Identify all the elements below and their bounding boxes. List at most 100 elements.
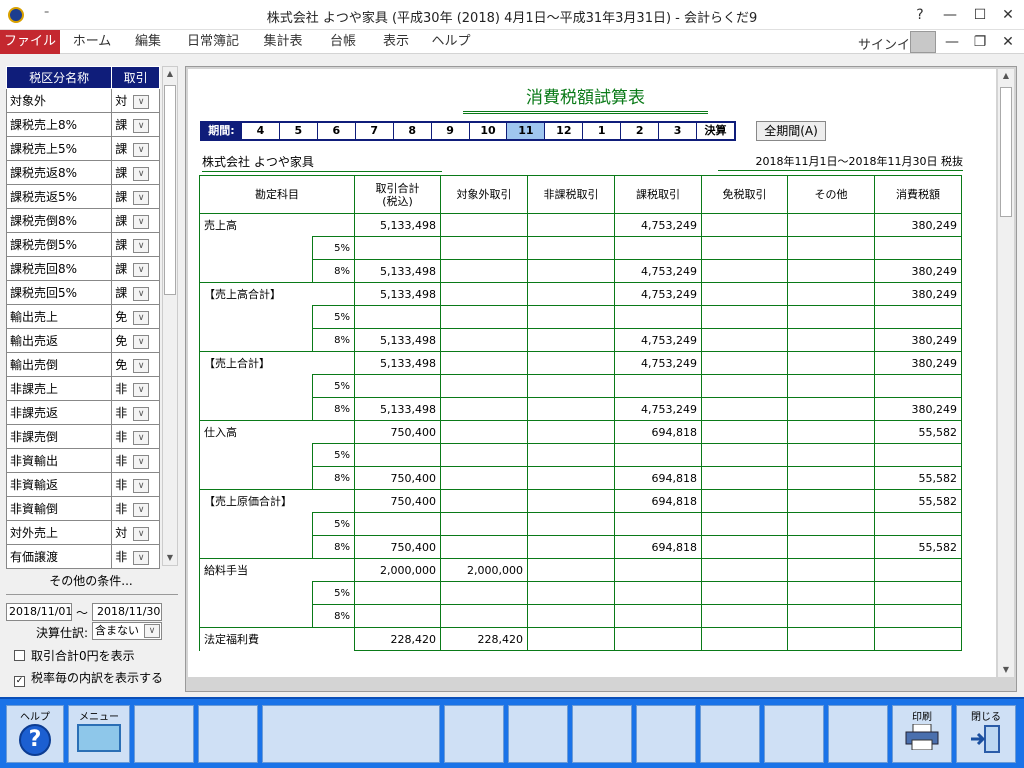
tab-home[interactable]: ホーム [66,30,118,54]
category-scrollbar[interactable]: ▲ ▼ [162,66,178,566]
chevron-down-icon[interactable]: ∨ [144,624,160,638]
category-row[interactable]: 輸出売倒免 ∨ [5,352,160,377]
function-slot-3[interactable] [262,705,440,763]
category-row[interactable]: 輸出売返免 ∨ [5,328,160,353]
category-row[interactable]: 非課売倒非 ∨ [5,424,160,449]
show-rate-breakdown-checkbox[interactable]: ✓ 税率毎の内訳を表示する [14,669,163,687]
function-slot-9[interactable] [764,705,824,763]
function-slot-2[interactable] [198,705,258,763]
scroll-thumb[interactable] [1000,87,1012,217]
category-row[interactable]: 非資輸出非 ∨ [5,448,160,473]
category-type[interactable]: 非 ∨ [111,424,160,449]
chevron-down-icon[interactable]: ∨ [133,430,150,445]
period-7[interactable]: 10 [470,123,508,139]
chevron-down-icon[interactable]: ∨ [133,550,150,565]
category-row[interactable]: 有価譲渡非 ∨ [5,544,160,569]
category-type[interactable]: 課 ∨ [111,184,160,209]
ribbon-restore-button[interactable]: ❐ [966,31,994,53]
category-row[interactable]: 課税売上5% 課 ∨ [5,136,160,161]
function-slot-5[interactable] [508,705,568,763]
category-row[interactable]: 課税売回5% 課 ∨ [5,280,160,305]
date-to-field[interactable]: 2018/11/30 [92,603,162,621]
category-type[interactable]: 課 ∨ [111,232,160,257]
closing-entries-select[interactable]: 含まない ∨ [92,622,162,640]
period-10[interactable]: 1 [583,123,622,139]
tab-summary[interactable]: 集計表 [254,30,312,54]
category-row[interactable]: 非課売上非 ∨ [5,376,160,401]
tab-daily-bookkeeping[interactable]: 日常簿記 [180,30,246,54]
all-periods-button[interactable]: 全期間(A) [756,121,826,141]
chevron-down-icon[interactable]: ∨ [133,238,150,253]
avatar[interactable] [910,31,936,53]
category-row[interactable]: 対外売上対 ∨ [5,520,160,545]
ribbon-minimize-button[interactable]: — [938,31,966,53]
category-type[interactable]: 非 ∨ [111,472,160,497]
show-zero-checkbox[interactable]: 取引合計0円を表示 [14,647,135,664]
chevron-down-icon[interactable]: ∨ [133,382,150,397]
period-8[interactable]: 11 [507,123,546,139]
category-type[interactable]: 課 ∨ [111,208,160,233]
category-type[interactable]: 課 ∨ [111,256,160,281]
chevron-down-icon[interactable]: ∨ [133,310,150,325]
category-type[interactable]: 非 ∨ [111,400,160,425]
checkbox-checked-icon[interactable]: ✓ [14,676,25,687]
tab-edit[interactable]: 編集 [124,30,172,54]
scroll-down-icon[interactable]: ▼ [999,663,1013,677]
category-type[interactable]: 非 ∨ [111,496,160,521]
close-button[interactable]: 閉じる [956,705,1016,763]
other-conditions-button[interactable]: その他の条件... [6,572,176,589]
category-type[interactable]: 免 ∨ [111,352,160,377]
category-row[interactable]: 非課売返非 ∨ [5,400,160,425]
period-2[interactable]: 5 [280,123,318,139]
maximize-button[interactable]: ☐ [966,4,994,26]
category-row[interactable]: 課税売返5% 課 ∨ [5,184,160,209]
help-icon[interactable]: ? [906,4,934,26]
chevron-down-icon[interactable]: ∨ [133,502,150,517]
category-row[interactable]: 非資輸返非 ∨ [5,472,160,497]
category-row[interactable]: 課税売回8% 課 ∨ [5,256,160,281]
category-row[interactable]: 課税売上8% 課 ∨ [5,112,160,137]
period-12[interactable]: 3 [659,123,698,139]
category-type[interactable]: 免 ∨ [111,304,160,329]
category-type[interactable]: 対 ∨ [111,88,160,113]
period-6[interactable]: 9 [432,123,470,139]
category-row[interactable]: 課税売倒5% 課 ∨ [5,232,160,257]
function-slot-6[interactable] [572,705,632,763]
chevron-down-icon[interactable]: ∨ [133,142,150,157]
category-row[interactable]: 課税売返8% 課 ∨ [5,160,160,185]
chevron-down-icon[interactable]: ∨ [133,286,150,301]
help-button[interactable]: ヘルプ ? [6,705,64,763]
chevron-down-icon[interactable]: ∨ [133,262,150,277]
category-row[interactable]: 輸出売上免 ∨ [5,304,160,329]
period-3[interactable]: 6 [318,123,356,139]
chevron-down-icon[interactable]: ∨ [133,118,150,133]
tab-file[interactable]: ファイル [0,30,60,54]
date-from-field[interactable]: 2018/11/01 [6,603,72,621]
function-slot-10[interactable] [828,705,888,763]
chevron-down-icon[interactable]: ∨ [133,406,150,421]
scroll-up-icon[interactable]: ▲ [999,69,1013,83]
period-5[interactable]: 8 [394,123,432,139]
category-type[interactable]: 課 ∨ [111,280,160,305]
chevron-down-icon[interactable]: ∨ [133,94,150,109]
scroll-up-icon[interactable]: ▲ [163,67,177,81]
tab-ledger[interactable]: 台帳 [320,30,366,54]
category-row[interactable]: 対象外対 ∨ [5,88,160,113]
scroll-thumb[interactable] [164,85,176,295]
period-13[interactable]: 決算 [697,123,734,139]
period-9[interactable]: 12 [545,123,584,139]
category-type[interactable]: 非 ∨ [111,376,160,401]
category-type[interactable]: 課 ∨ [111,112,160,137]
function-slot-8[interactable] [700,705,760,763]
chevron-down-icon[interactable]: ∨ [133,166,150,181]
print-button[interactable]: 印刷 [892,705,952,763]
category-type[interactable]: 課 ∨ [111,160,160,185]
tab-view[interactable]: 表示 [374,30,418,54]
chevron-down-icon[interactable]: ∨ [133,478,150,493]
function-slot-7[interactable] [636,705,696,763]
chevron-down-icon[interactable]: ∨ [133,190,150,205]
scroll-down-icon[interactable]: ▼ [163,551,177,565]
ribbon-close-button[interactable]: ✕ [994,31,1022,53]
function-slot-4[interactable] [444,705,504,763]
category-type[interactable]: 非 ∨ [111,544,160,569]
